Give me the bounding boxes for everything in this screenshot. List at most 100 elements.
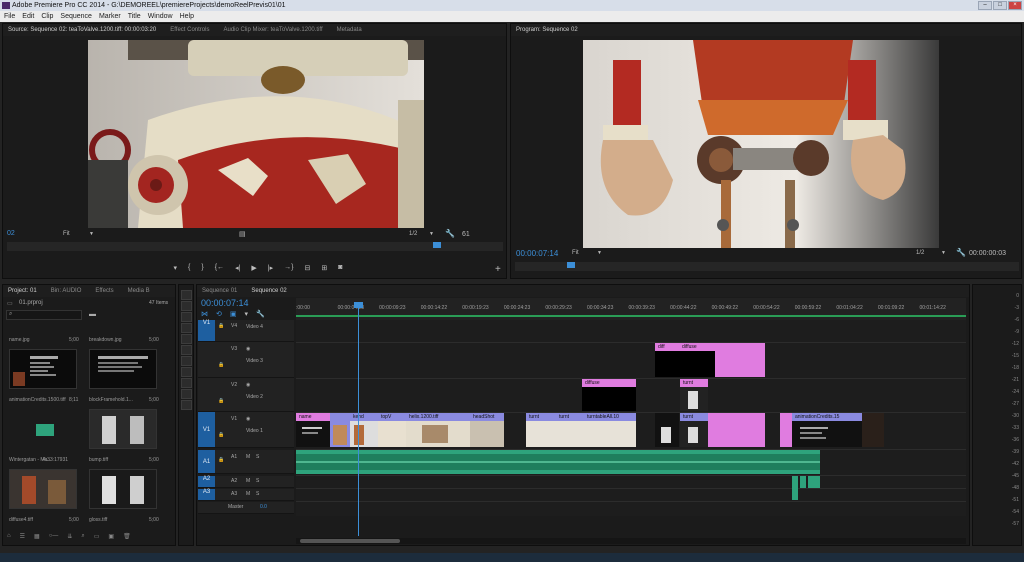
lock-icon[interactable]: 🔒 <box>218 432 224 438</box>
wrench-icon[interactable]: 🔧 <box>256 310 265 318</box>
project-thumb-diffuse[interactable] <box>9 469 77 509</box>
selection-tool-icon[interactable] <box>180 290 192 300</box>
timeline-clip[interactable] <box>780 413 792 447</box>
timeline-clip[interactable]: animationCredits.15 <box>792 413 862 447</box>
audio-clip-a1[interactable] <box>296 450 820 474</box>
timeline-clip[interactable]: kend <box>350 413 378 447</box>
eye-icon[interactable]: ◉ <box>246 382 250 388</box>
chevron-down-icon[interactable]: ▼ <box>941 250 946 256</box>
timeline-clip[interactable] <box>330 413 350 447</box>
slip-tool-icon[interactable] <box>180 356 192 366</box>
source-patch-a2[interactable]: A2 <box>198 476 215 487</box>
work-area-bar[interactable] <box>296 315 966 317</box>
add-marker-icon[interactable]: ▾ <box>245 310 249 318</box>
menu-edit[interactable]: Edit <box>22 11 34 22</box>
project-thumb-audio[interactable] <box>9 409 77 449</box>
zoom-tool-icon[interactable] <box>180 400 192 410</box>
program-fit-select[interactable]: Fit <box>572 250 579 256</box>
tab-program[interactable]: Program: Sequence 02 <box>516 24 578 36</box>
track-select-tool-icon[interactable] <box>180 301 192 311</box>
source-timecode[interactable]: 02 <box>7 230 15 237</box>
minimize-button[interactable]: – <box>978 1 992 10</box>
timeline-clip[interactable]: diff <box>655 343 679 377</box>
eye-icon[interactable]: ◉ <box>246 346 250 352</box>
mute-button[interactable]: M <box>246 491 250 497</box>
program-resolution-select[interactable]: 1/2 <box>916 250 924 256</box>
program-time-ruler[interactable] <box>515 262 1019 271</box>
add-marker-icon[interactable]: ▾ <box>174 264 178 272</box>
playhead-handle[interactable] <box>354 302 363 308</box>
new-bin-icon[interactable]: ▭ <box>94 533 100 543</box>
linked-selection-icon[interactable]: ⟲ <box>216 310 222 318</box>
lock-icon[interactable]: 🔒 <box>218 323 224 329</box>
go-to-in-icon[interactable]: {← <box>215 264 224 272</box>
mute-button[interactable]: M <box>246 454 250 460</box>
hand-tool-icon[interactable] <box>180 389 192 399</box>
mute-button[interactable]: M <box>246 478 250 484</box>
source-fit-select[interactable]: Fit <box>63 231 70 237</box>
lock-icon[interactable]: ⌂ <box>7 533 11 543</box>
tab-effect-controls[interactable]: Effect Controls <box>170 24 209 36</box>
program-playhead[interactable] <box>567 262 575 268</box>
settings-icon[interactable]: ▤ <box>239 230 246 238</box>
mark-in-icon[interactable]: { <box>188 264 190 272</box>
tab-audio-clip-mixer[interactable]: Audio Clip Mixer: teaToValve.1200.tiff <box>223 24 322 36</box>
list-view-icon[interactable]: ☰ <box>20 533 25 543</box>
timeline-clip[interactable]: helix.1200.tiff <box>406 413 470 447</box>
master-volume[interactable]: 0.0 <box>260 504 267 510</box>
tab-effects[interactable]: Effects <box>95 285 113 297</box>
source-video-frame[interactable] <box>88 40 424 228</box>
source-patch-a1[interactable]: A1 <box>198 450 215 473</box>
timeline-clip[interactable] <box>862 413 884 447</box>
chevron-down-icon[interactable]: ▼ <box>89 231 94 237</box>
rolling-edit-tool-icon[interactable] <box>180 323 192 333</box>
close-button[interactable]: × <box>1008 1 1022 10</box>
solo-button[interactable]: S <box>256 491 259 497</box>
add-button[interactable]: + <box>495 264 501 275</box>
source-resolution-select[interactable]: 1/2 <box>409 231 417 237</box>
new-bin-icon[interactable]: ▬ <box>89 311 96 318</box>
overwrite-icon[interactable]: ⊞ <box>321 264 327 272</box>
source-patch-v1[interactable]: V1 <box>198 320 215 341</box>
source-time-ruler[interactable] <box>7 242 503 251</box>
lock-icon[interactable]: 🔒 <box>218 362 224 368</box>
program-video-frame[interactable] <box>583 40 939 248</box>
menu-help[interactable]: Help <box>180 11 194 22</box>
solo-button[interactable]: S <box>256 454 259 460</box>
menu-marker[interactable]: Marker <box>99 11 121 22</box>
razor-tool-icon[interactable] <box>180 345 192 355</box>
automate-icon[interactable]: ⇊ <box>67 533 72 543</box>
program-timecode[interactable]: 00:00:07:14 <box>516 249 558 258</box>
tab-project[interactable]: Project: 01 <box>8 285 37 297</box>
lock-icon[interactable]: 🔒 <box>218 398 224 404</box>
timeline-clip[interactable] <box>655 413 679 447</box>
go-to-out-icon[interactable]: →} <box>284 264 293 272</box>
mark-out-icon[interactable]: } <box>201 264 203 272</box>
timeline-clip[interactable]: diffuse <box>582 379 636 411</box>
wrench-icon[interactable]: 🔧 <box>956 248 966 257</box>
source-playhead[interactable] <box>433 242 441 248</box>
icon-view-icon[interactable]: ▦ <box>34 533 40 543</box>
timeline-clip[interactable]: turntableAll.10 <box>584 413 636 447</box>
trash-icon[interactable]: 🗑 <box>123 533 131 543</box>
menu-window[interactable]: Window <box>148 11 173 22</box>
chevron-down-icon[interactable]: ▼ <box>429 231 434 237</box>
wrench-icon[interactable]: 🔧 <box>445 229 455 238</box>
timeline-clip[interactable]: turnt <box>680 413 708 447</box>
slide-tool-icon[interactable] <box>180 367 192 377</box>
tab-metadata[interactable]: Metadata <box>337 24 362 36</box>
menu-clip[interactable]: Clip <box>41 11 53 22</box>
chevron-down-icon[interactable]: ▼ <box>597 250 602 256</box>
menu-title[interactable]: Title <box>128 11 141 22</box>
timeline-clip[interactable] <box>715 343 765 377</box>
tab-media-browser[interactable]: Media B <box>128 285 150 297</box>
play-icon[interactable]: ▶ <box>251 264 256 272</box>
eye-icon[interactable]: ◉ <box>246 416 250 422</box>
ripple-edit-tool-icon[interactable] <box>180 312 192 322</box>
snap-icon[interactable]: ⋈ <box>201 310 208 318</box>
timeline-ruler[interactable]: :00:00 00:00:04:23 00:00:09:23 00:00:14:22 0… <box>296 298 966 320</box>
project-thumb-gloss[interactable] <box>89 469 157 509</box>
rate-stretch-tool-icon[interactable] <box>180 334 192 344</box>
menu-sequence[interactable]: Sequence <box>60 11 92 22</box>
timeline-timecode[interactable]: 00:00:07:14 <box>201 298 249 308</box>
